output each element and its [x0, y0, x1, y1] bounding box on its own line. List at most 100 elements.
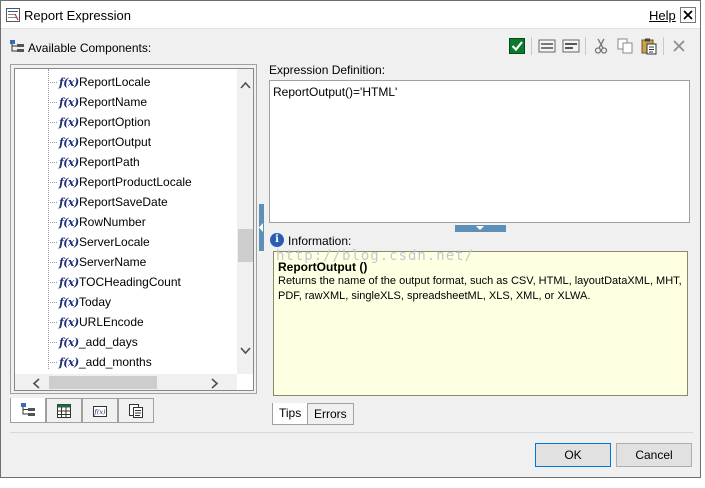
- tree-branch-line: [48, 221, 57, 223]
- insert-icon: [538, 39, 556, 53]
- cancel-button[interactable]: Cancel: [616, 443, 692, 467]
- delete-button[interactable]: [670, 37, 688, 55]
- tree-branch-line: [48, 241, 57, 243]
- tree-item-reportlocale[interactable]: f(x) ReportLocale: [48, 72, 238, 92]
- title-bar: Report Expression Help: [1, 1, 700, 29]
- tree-item-serverlocale[interactable]: f(x) ServerLocale: [48, 232, 238, 252]
- tree-item-reportoption[interactable]: f(x) ReportOption: [48, 112, 238, 132]
- function-icon: f(x): [59, 135, 79, 149]
- tree-item-tocheadingcount[interactable]: f(x) TOCHeadingCount: [48, 272, 238, 292]
- remove-button[interactable]: [562, 37, 580, 55]
- tree-vertical-scrollbar[interactable]: [237, 69, 253, 374]
- tree-item-label: ReportName: [79, 95, 148, 109]
- toolbar-separator: [531, 37, 532, 55]
- tree-branch-line: [48, 301, 57, 303]
- tree-item-label: ReportOption: [79, 115, 151, 129]
- expression-text[interactable]: ReportOutput()='HTML': [273, 85, 683, 99]
- tree-horizontal-scrollbar[interactable]: [15, 374, 237, 390]
- information-icon: i: [270, 233, 284, 247]
- horizontal-scroll-thumb[interactable]: [49, 376, 157, 389]
- scroll-left-icon[interactable]: [32, 378, 40, 389]
- help-link[interactable]: Help: [649, 8, 676, 23]
- tree-branch-line: [48, 281, 57, 283]
- validate-check-icon: [509, 38, 525, 54]
- cut-button[interactable]: [592, 37, 610, 55]
- tree-branch-line: [48, 361, 57, 363]
- function-icon: f(x): [59, 195, 79, 209]
- function-icon: f(x): [59, 355, 79, 369]
- tree-branch-line: [48, 261, 57, 263]
- watermark: http://blog.csdn.net/: [276, 248, 475, 264]
- function-icon: f(x): [59, 295, 79, 309]
- copy-button[interactable]: [616, 37, 634, 55]
- tree-item-label: ReportLocale: [79, 75, 151, 89]
- components-tree-icon: [10, 40, 24, 52]
- tab-functions[interactable]: f(x): [82, 398, 118, 423]
- tree-item-add-months[interactable]: f(x) _add_months: [48, 352, 238, 372]
- close-icon: [683, 10, 693, 20]
- tree-item-reportsavedate[interactable]: f(x) ReportSaveDate: [48, 192, 238, 212]
- tree-item-reportpath[interactable]: f(x) ReportPath: [48, 152, 238, 172]
- scroll-up-icon[interactable]: [240, 81, 251, 89]
- components-tab-bar: f(x): [10, 398, 155, 423]
- source-tree-icon: [21, 403, 35, 416]
- tree-item-today[interactable]: f(x) Today: [48, 292, 238, 312]
- tab-errors[interactable]: Errors: [307, 403, 354, 425]
- tree-item-add-days[interactable]: f(x) _add_days: [48, 332, 238, 352]
- ok-button[interactable]: OK: [535, 443, 611, 467]
- expression-definition-label: Expression Definition:: [269, 63, 386, 77]
- tree-item-reportname[interactable]: f(x) ReportName: [48, 92, 238, 112]
- footer-divider: [10, 432, 693, 433]
- window-title: Report Expression: [24, 8, 131, 23]
- expression-definition-editor[interactable]: ReportOutput()='HTML': [269, 80, 690, 223]
- tree-item-reportoutput[interactable]: f(x) ReportOutput: [48, 132, 238, 152]
- tree-item-label: URLEncode: [79, 315, 144, 329]
- tree-branch-line: [48, 81, 57, 83]
- information-panel: ReportOutput () Returns the name of the …: [273, 251, 688, 396]
- cut-icon: [594, 38, 608, 54]
- function-icon: f(x): [59, 175, 79, 189]
- horizontal-splitter[interactable]: [455, 225, 506, 232]
- copy-icon: [617, 38, 633, 54]
- tree-item-urlencode[interactable]: f(x) URLEncode: [48, 312, 238, 332]
- function-icon: f(x): [59, 315, 79, 329]
- paste-button[interactable]: [640, 37, 658, 55]
- tab-source[interactable]: [10, 398, 46, 423]
- function-icon: f(x): [59, 95, 79, 109]
- functions-icon: f(x): [93, 406, 107, 417]
- function-icon: f(x): [59, 215, 79, 229]
- information-label: Information:: [288, 234, 352, 248]
- svg-text:f(x): f(x): [93, 408, 106, 416]
- insert-button[interactable]: [538, 37, 556, 55]
- paste-icon: [641, 38, 657, 55]
- parameters-icon: [129, 404, 143, 418]
- vertical-scroll-thumb[interactable]: [238, 229, 253, 262]
- function-icon: f(x): [59, 235, 79, 249]
- function-icon: f(x): [59, 335, 79, 349]
- report-expression-dialog: Report Expression Help Available Compone…: [0, 0, 701, 478]
- tree-branch-line: [48, 101, 57, 103]
- function-icon: f(x): [59, 115, 79, 129]
- tab-tips[interactable]: Tips: [272, 403, 309, 425]
- toolbar-separator: [585, 37, 586, 55]
- tree-item-label: _add_months: [79, 355, 152, 369]
- function-icon: f(x): [59, 275, 79, 289]
- scroll-down-icon[interactable]: [240, 347, 251, 355]
- remove-icon: [562, 39, 580, 53]
- available-components-label: Available Components:: [28, 41, 152, 55]
- validate-button[interactable]: [508, 37, 526, 55]
- function-icon: f(x): [59, 75, 79, 89]
- toolbar-separator: [663, 37, 664, 55]
- scroll-right-icon[interactable]: [211, 378, 219, 389]
- tab-parameters[interactable]: [118, 398, 154, 423]
- function-icon: f(x): [59, 255, 79, 269]
- tree-branch-line: [48, 181, 57, 183]
- components-tree[interactable]: f(x) ReportLocale f(x) ReportName f(x) R…: [14, 68, 254, 391]
- tree-branch-line: [48, 201, 57, 203]
- tree-item-servername[interactable]: f(x) ServerName: [48, 252, 238, 272]
- close-button[interactable]: [680, 7, 696, 23]
- tab-data-items[interactable]: [46, 398, 82, 423]
- tree-item-rownumber[interactable]: f(x) RowNumber: [48, 212, 238, 232]
- tree-item-reportproductlocale[interactable]: f(x) ReportProductLocale: [48, 172, 238, 192]
- vertical-splitter[interactable]: [259, 204, 264, 251]
